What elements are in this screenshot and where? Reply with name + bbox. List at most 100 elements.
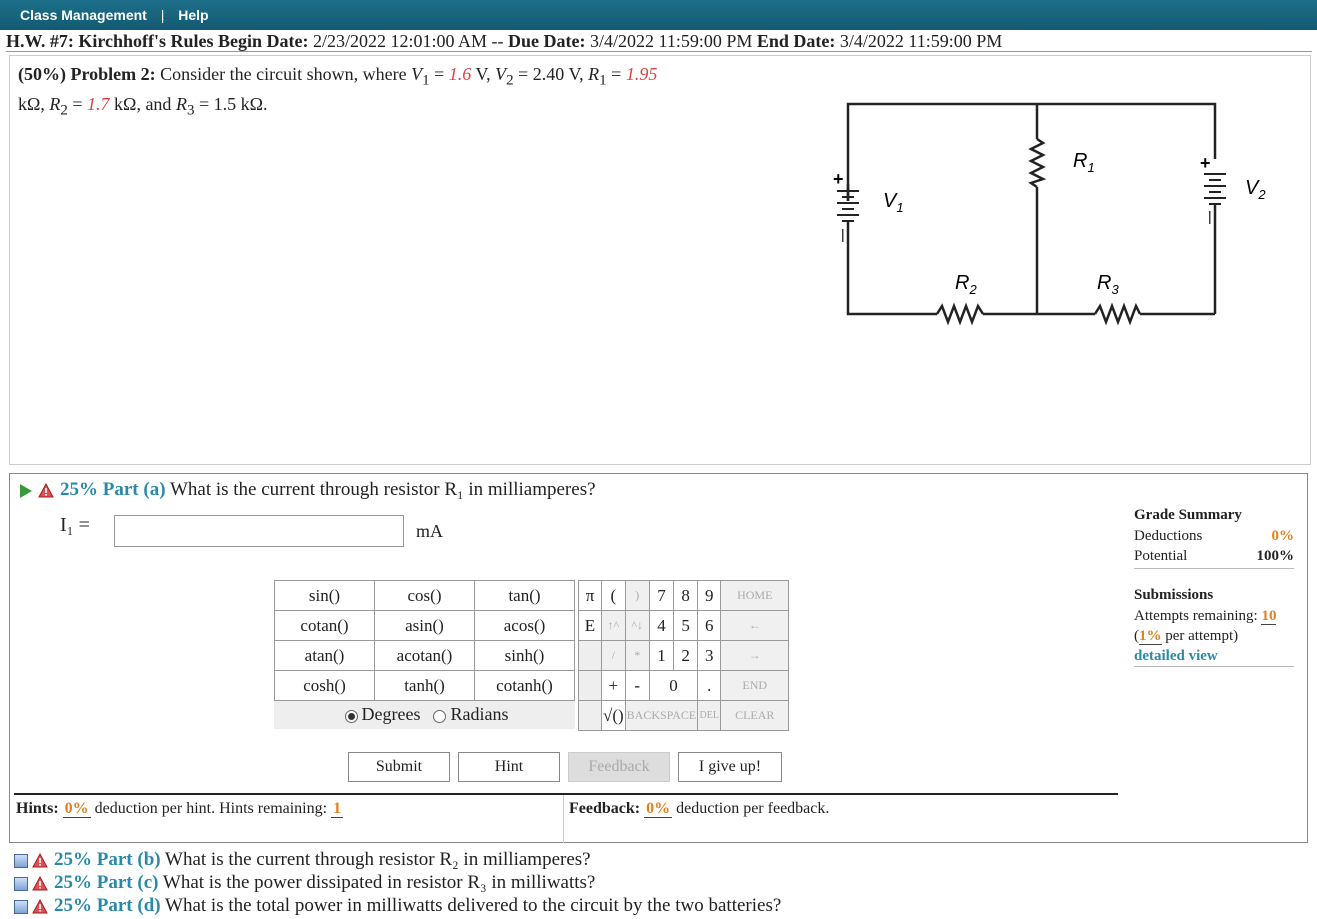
key-down[interactable]: ^↓: [624, 610, 650, 641]
key-2[interactable]: 2: [673, 640, 699, 671]
key-right[interactable]: →: [720, 640, 790, 671]
r1-label: R1: [1073, 150, 1095, 175]
key-7[interactable]: 7: [648, 580, 675, 611]
expand-arrow-icon[interactable]: [20, 483, 32, 498]
key-close-paren[interactable]: ): [624, 580, 650, 611]
key-divide[interactable]: /: [601, 640, 626, 671]
v2-value: 2.40: [532, 64, 565, 84]
top-nav-bar: Class Management | Help: [0, 0, 1317, 30]
part-b-row[interactable]: 25% Part (b) What is the current through…: [14, 848, 781, 871]
submit-button[interactable]: Submit: [348, 752, 450, 782]
key-plus[interactable]: +: [601, 670, 626, 701]
answer-unit: mA: [416, 521, 443, 541]
svg-text:|: |: [1208, 208, 1212, 224]
key-multiply[interactable]: *: [624, 640, 650, 671]
key-home[interactable]: HOME: [720, 580, 790, 611]
attempts-remaining: 10: [1261, 608, 1277, 625]
key-6[interactable]: 6: [697, 610, 722, 641]
r2-value: 1.7: [87, 93, 110, 114]
key-sqrt[interactable]: √(): [601, 700, 626, 731]
answer-variable: I₁ =: [60, 514, 90, 536]
key-acos[interactable]: acos(): [474, 610, 575, 641]
key-0[interactable]: 0: [648, 670, 699, 701]
problem-intro: Consider the circuit shown, where: [160, 64, 407, 84]
r1-value: 1.95: [625, 64, 658, 84]
problem-statement: (50%) Problem 2: Consider the circuit sh…: [9, 55, 1311, 465]
collapsed-part-icon[interactable]: [14, 853, 28, 868]
help-link[interactable]: Help: [178, 7, 208, 23]
key-3[interactable]: 3: [697, 640, 722, 671]
key-acotan[interactable]: acotan(): [374, 640, 475, 671]
v1-value: 1.6: [448, 64, 472, 84]
key-blank-2: [578, 670, 602, 701]
key-tanh[interactable]: tanh(): [374, 670, 475, 701]
key-minus[interactable]: -: [624, 670, 650, 701]
key-1[interactable]: 1: [648, 640, 675, 671]
problem-weight: (50%): [18, 64, 66, 84]
key-backspace[interactable]: BACKSPACE: [624, 700, 699, 731]
key-5[interactable]: 5: [673, 610, 699, 641]
answer-input[interactable]: [114, 515, 404, 547]
part-a-question: What is the current through resistor R₁ …: [169, 479, 596, 500]
collapsed-part-icon[interactable]: [14, 876, 28, 891]
key-cotan[interactable]: cotan(): [274, 610, 375, 641]
give-up-button[interactable]: I give up!: [678, 752, 782, 782]
key-atan[interactable]: atan(): [274, 640, 375, 671]
due-label: Due Date:: [508, 31, 586, 51]
other-parts-list: 25% Part (b) What is the current through…: [14, 848, 781, 917]
r2-label: R2: [955, 272, 977, 297]
svg-text:|: |: [841, 226, 845, 242]
begin-date: 2/23/2022 12:01:00 AM: [313, 31, 488, 51]
key-tan[interactable]: tan(): [474, 580, 575, 611]
key-sinh[interactable]: sinh(): [474, 640, 575, 671]
dash: --: [491, 31, 504, 51]
circuit-diagram: + + | | V1 V2 R1 R2 R3: [833, 102, 1266, 326]
key-blank-3: [578, 700, 602, 731]
key-sin[interactable]: sin(): [274, 580, 375, 611]
detailed-view-link[interactable]: detailed view: [1134, 648, 1218, 664]
begin-label: Begin Date:: [218, 31, 309, 51]
key-8[interactable]: 8: [673, 580, 699, 611]
degrees-radio[interactable]: [344, 709, 358, 723]
key-9[interactable]: 9: [697, 580, 722, 611]
homework-header: H.W. #7: Kirchhoff's Rules Begin Date: 2…: [6, 30, 1312, 52]
key-cosh[interactable]: cosh(): [274, 670, 375, 701]
key-end[interactable]: END: [720, 670, 790, 701]
feedback-button[interactable]: Feedback: [568, 752, 670, 782]
part-a-percent: 25%: [60, 479, 98, 500]
r3-label: R3: [1097, 272, 1119, 297]
key-del[interactable]: DEL: [697, 700, 722, 731]
number-keypad: π ( ) 7 8 9 HOME E ↑^ ^↓ 4 5 6 ← / * 1 2…: [578, 580, 790, 731]
r3-value: 1.5: [213, 93, 237, 114]
key-pi[interactable]: π: [578, 580, 602, 611]
warning-icon: [38, 483, 54, 498]
key-up[interactable]: ↑^: [601, 610, 626, 641]
key-open-paren[interactable]: (: [601, 580, 626, 611]
key-blank-1: [578, 640, 602, 671]
radians-label: Radians: [450, 704, 509, 725]
key-cos[interactable]: cos(): [374, 580, 475, 611]
r1-resistor: [1028, 137, 1047, 189]
end-label: End Date:: [756, 31, 836, 51]
key-4[interactable]: 4: [648, 610, 675, 641]
class-management-link[interactable]: Class Management: [20, 7, 147, 23]
nav-separator: |: [160, 7, 165, 23]
problem-text: (50%) Problem 2: Consider the circuit sh…: [18, 64, 658, 119]
hints-feedback-bar: Hints: 0% deduction per hint. Hints rema…: [14, 793, 1118, 843]
part-d-row[interactable]: 25% Part (d) What is the total power in …: [14, 894, 781, 917]
key-left[interactable]: ←: [720, 610, 790, 641]
collapsed-part-icon[interactable]: [14, 899, 28, 914]
v2-battery: [1204, 173, 1226, 205]
r3-resistor: [1093, 302, 1142, 326]
hints-info: Hints: 0% deduction per hint. Hints rema…: [16, 800, 344, 818]
part-a-panel: 25% Part (a) What is the current through…: [9, 473, 1308, 843]
key-asin[interactable]: asin(): [374, 610, 475, 641]
end-date: 3/4/2022 11:59:00 PM: [839, 31, 1003, 51]
key-cotanh[interactable]: cotanh(): [474, 670, 575, 701]
key-dot[interactable]: .: [697, 670, 722, 701]
hint-button[interactable]: Hint: [458, 752, 560, 782]
radians-radio[interactable]: [433, 709, 447, 723]
key-clear[interactable]: CLEAR: [720, 700, 790, 731]
key-e[interactable]: E: [578, 610, 602, 641]
part-c-row[interactable]: 25% Part (c) What is the power dissipate…: [14, 871, 781, 894]
